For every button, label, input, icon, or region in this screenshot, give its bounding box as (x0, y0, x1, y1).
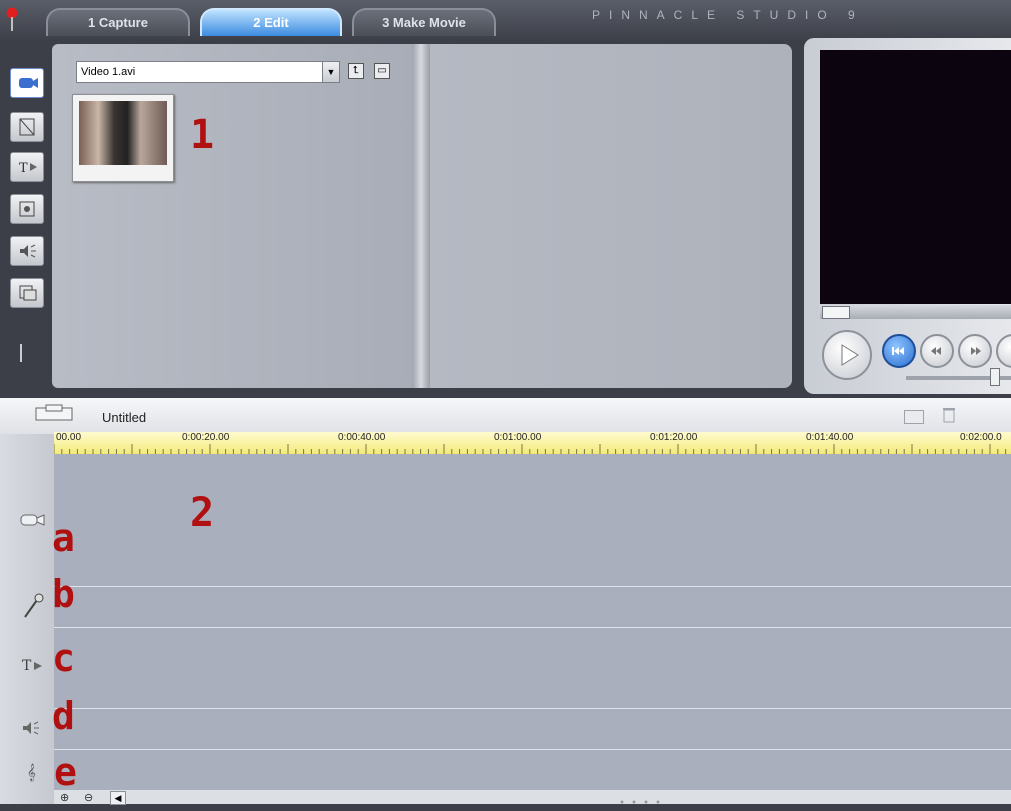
ruler-label: 0:01:40.00 (806, 432, 854, 443)
chevron-down-icon[interactable]: ▼ (322, 62, 339, 82)
album-spine (412, 44, 430, 388)
voiceover-mic-icon (24, 593, 44, 618)
split-clip-button[interactable] (904, 410, 924, 424)
scroll-grip[interactable] (616, 793, 664, 804)
grip-dots-icon (620, 800, 660, 804)
project-title: Untitled (102, 410, 147, 425)
album-title-tab[interactable]: T (10, 152, 44, 182)
ruler-label: 0:01:20.00 (650, 432, 698, 443)
zoom-out-button[interactable]: ⊖ (84, 791, 93, 804)
up-folder-icon: ⮤ (353, 65, 359, 76)
ruler-label: 0:00:40.00 (338, 432, 386, 443)
voiceover-track[interactable] (54, 587, 1011, 628)
movie-project-icon (35, 404, 73, 421)
video-icon (19, 78, 38, 88)
svg-text:𝄞: 𝄞 (27, 763, 36, 781)
album-scroll-handle[interactable] (20, 344, 22, 362)
open-folder-button[interactable]: ▭ (374, 63, 390, 79)
photo-icon (19, 201, 35, 217)
album-photo-tab[interactable] (10, 194, 44, 224)
title-track-icon: T (22, 658, 42, 674)
title-track[interactable] (54, 628, 1011, 709)
menu-icon (19, 285, 37, 301)
svg-text:T: T (22, 658, 32, 674)
music-track-icon: 𝄞 (27, 763, 36, 781)
folder-icon: ▭ (377, 65, 387, 76)
app-brand-title: PINNACLE STUDIO 9 (592, 8, 864, 22)
tab-make-movie[interactable]: 3 Make Movie (352, 8, 496, 36)
album-menu-tab[interactable] (10, 278, 44, 308)
tab-edit[interactable]: 2 Edit (200, 8, 342, 36)
scroll-left-button[interactable]: ◀ (110, 791, 126, 805)
album-transition-tab[interactable] (10, 112, 44, 142)
ruler-ticks (54, 444, 1007, 454)
sound-track-icon (23, 721, 39, 735)
timeline-ruler[interactable]: 00.00 0:00:20.00 0:00:40.00 0:01:00.00 0… (54, 432, 1011, 455)
fast-forward-icon (971, 347, 981, 355)
timeline-scrollbar[interactable] (54, 790, 1011, 804)
ruler-label: 0:02:00.0 (960, 432, 1002, 443)
go-to-start-button[interactable] (882, 334, 916, 368)
scene-image (79, 101, 167, 165)
video-file-select[interactable]: Video 1.avi ▼ (76, 61, 340, 83)
rewind-button[interactable] (920, 334, 954, 368)
track-label-b: b (52, 572, 75, 616)
sound-effect-icon (20, 244, 36, 258)
track-label-c: c (52, 636, 75, 680)
scroll-left-icon: ◀ (114, 793, 122, 803)
fast-forward-button[interactable] (958, 334, 992, 368)
track-label-a: a (52, 516, 75, 560)
album-right-page (430, 44, 792, 388)
album-video-tab[interactable] (10, 68, 44, 98)
tab-capture[interactable]: 1 Capture (46, 8, 190, 36)
timeline-header (0, 398, 1011, 434)
video-scene-thumbnail[interactable] (72, 94, 174, 182)
svg-text:T: T (19, 161, 28, 176)
volume-slider-handle[interactable] (990, 368, 1000, 386)
preview-screen (820, 50, 1011, 304)
ruler-label: 0:00:20.00 (182, 432, 230, 443)
zoom-in-button[interactable]: ⊕ (60, 791, 69, 804)
ruler-label: 0:01:00.00 (494, 432, 542, 443)
track-label-d: d (52, 694, 75, 738)
play-icon (841, 344, 859, 366)
album-sound-tab[interactable] (10, 236, 44, 266)
title-icon: T (19, 161, 37, 176)
track-label-e: e (54, 750, 77, 794)
play-button[interactable] (822, 330, 872, 380)
pinnacle-logo-icon (6, 7, 18, 31)
skip-start-icon (892, 347, 904, 355)
annotation-1: 1 (190, 112, 215, 158)
up-folder-button[interactable]: ⮤ (348, 63, 364, 79)
video-track-icon (20, 514, 45, 526)
trash-icon[interactable] (942, 406, 956, 424)
ruler-label: 00.00 (56, 432, 82, 443)
music-track[interactable] (54, 750, 1011, 791)
annotation-2: 2 (190, 490, 215, 536)
rewind-icon (931, 347, 941, 355)
transition-icon (19, 118, 35, 136)
sound-effect-track[interactable] (54, 709, 1011, 750)
scrubber-handle[interactable] (822, 306, 850, 319)
video-file-select-value: Video 1.avi (81, 66, 136, 78)
